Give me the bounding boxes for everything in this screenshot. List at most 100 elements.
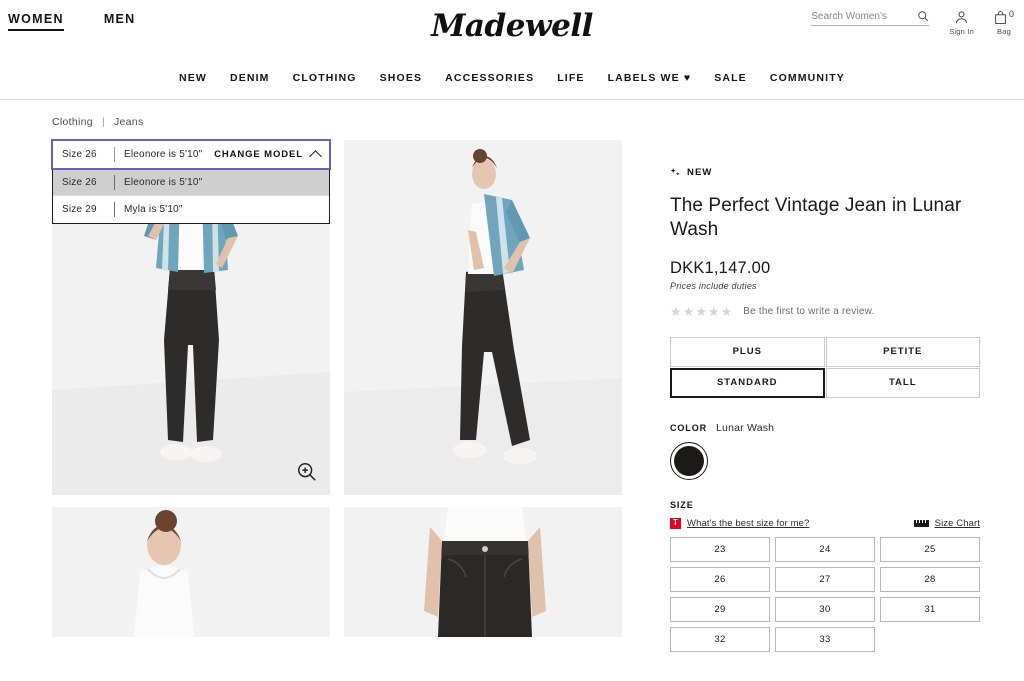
size-option-30[interactable]: 30 xyxy=(775,596,875,622)
sparkle-icon xyxy=(670,167,680,176)
size-option-27[interactable]: 27 xyxy=(775,566,875,592)
top-bar: WOMEN MEN Madewell Sign In 0 Bag xyxy=(0,0,1024,58)
gender-link-men[interactable]: MEN xyxy=(104,12,136,31)
model-option-size: Size 29 xyxy=(62,204,97,215)
model-selector-divider xyxy=(114,147,115,162)
color-row: COLOR Lunar Wash xyxy=(670,422,980,434)
bag-icon xyxy=(995,11,1006,24)
nav-item-shoes[interactable]: SHOES xyxy=(380,72,423,84)
search-box[interactable] xyxy=(811,10,930,26)
star-icon: ★ xyxy=(720,303,733,319)
rating-row[interactable]: ★ ★ ★ ★ ★ Be the first to write a review… xyxy=(670,305,980,318)
ruler-icon xyxy=(913,519,929,527)
fit-option-plus[interactable]: PLUS xyxy=(670,336,825,367)
madewell-logo[interactable]: Madewell xyxy=(431,8,593,44)
star-rating[interactable]: ★ ★ ★ ★ ★ xyxy=(670,305,732,318)
size-option-28[interactable]: 28 xyxy=(880,566,980,592)
size-option-32[interactable]: 32 xyxy=(670,626,770,652)
model-selector-current-size: Size 26 xyxy=(62,149,97,160)
search-input[interactable] xyxy=(811,10,900,22)
color-label: COLOR xyxy=(670,422,707,433)
model-option-name: Eleonore is 5'10" xyxy=(124,176,203,188)
star-icon: ★ xyxy=(707,303,720,319)
bag-count: 0 xyxy=(1008,9,1014,19)
search-icon[interactable] xyxy=(917,10,929,22)
bag-label: Bag xyxy=(997,27,1011,36)
main-nav: NEW DENIM CLOTHING SHOES ACCESSORIES LIF… xyxy=(0,58,1024,99)
best-size-help[interactable]: T What's the best size for me? xyxy=(670,517,809,529)
color-value: Lunar Wash xyxy=(716,421,775,434)
user-icon xyxy=(956,11,968,24)
breadcrumb-item-jeans[interactable]: Jeans xyxy=(114,116,144,128)
size-option-24[interactable]: 24 xyxy=(775,536,875,562)
product-photo-waist[interactable] xyxy=(344,507,622,637)
header-utilities: Sign In 0 Bag xyxy=(811,9,1014,36)
sign-in-button[interactable]: Sign In xyxy=(949,10,974,36)
product-photo-side-image xyxy=(344,140,622,495)
gender-link-women[interactable]: WOMEN xyxy=(8,12,64,31)
gender-nav: WOMEN MEN xyxy=(8,12,136,31)
product-photo-side[interactable] xyxy=(344,140,622,495)
breadcrumb: Clothing | Jeans xyxy=(0,100,1024,128)
size-option-25[interactable]: 25 xyxy=(880,536,980,562)
model-option-divider xyxy=(114,174,115,190)
size-option-23[interactable]: 23 xyxy=(670,536,770,562)
product-photo-back-image xyxy=(52,507,330,637)
model-selector: Size 26 Eleonore is 5'10" CHANGE MODEL S… xyxy=(51,139,331,224)
star-icon: ★ xyxy=(682,303,695,319)
model-option-size: Size 26 xyxy=(62,176,97,188)
nav-item-clothing[interactable]: CLOTHING xyxy=(293,72,357,84)
star-icon: ★ xyxy=(695,303,707,319)
write-review-link[interactable]: Be the first to write a review. xyxy=(743,306,874,317)
fit-option-tall[interactable]: TALL xyxy=(825,367,980,398)
sign-in-label: Sign In xyxy=(949,27,974,36)
size-chart-group[interactable]: Size Chart xyxy=(913,518,980,529)
model-option-name: Myla is 5'10" xyxy=(124,204,183,215)
size-chart-link[interactable]: Size Chart xyxy=(935,518,980,529)
fit-option-petite[interactable]: PETITE xyxy=(825,336,980,367)
model-selector-options: Size 26 Eleonore is 5'10" Size 29 Myla i… xyxy=(52,169,330,224)
product-photo-back[interactable] xyxy=(52,507,330,637)
product-info-panel: NEW The Perfect Vintage Jean in Lunar Wa… xyxy=(670,140,980,652)
new-badge-label: NEW xyxy=(687,167,713,178)
chevron-up-icon[interactable] xyxy=(309,149,322,163)
product-photo-waist-image xyxy=(344,507,622,637)
size-option-33[interactable]: 33 xyxy=(775,626,875,652)
color-swatch-lunar-wash[interactable] xyxy=(670,441,708,480)
size-option-31[interactable]: 31 xyxy=(880,596,980,622)
color-swatch-fill xyxy=(674,445,704,476)
fit-selector: PLUS PETITE STANDARD TALL xyxy=(670,336,980,398)
nav-item-community[interactable]: COMMUNITY xyxy=(770,72,845,84)
bag-button[interactable]: 0 Bag xyxy=(994,9,1014,36)
star-icon: ★ xyxy=(670,303,682,319)
breadcrumb-separator: | xyxy=(101,116,105,128)
nav-item-sale[interactable]: SALE xyxy=(714,72,747,84)
fit-option-standard[interactable]: STANDARD xyxy=(670,367,825,398)
page-body: Size 26 Eleonore is 5'10" CHANGE MODEL S… xyxy=(0,139,1024,652)
size-option-26[interactable]: 26 xyxy=(670,566,770,592)
model-option-eleonore[interactable]: Size 26 Eleonore is 5'10" xyxy=(53,169,329,196)
model-option-myla[interactable]: Size 29 Myla is 5'10" xyxy=(53,196,329,223)
nav-item-labels-we-love[interactable]: LABELS WE ♥ xyxy=(608,72,692,84)
nav-item-accessories[interactable]: ACCESSORIES xyxy=(445,72,534,84)
change-model-label[interactable]: CHANGE MODEL xyxy=(214,149,303,160)
model-option-divider xyxy=(114,202,115,217)
best-size-link[interactable]: What's the best size for me? xyxy=(687,518,809,529)
nav-item-denim[interactable]: DENIM xyxy=(230,72,270,84)
model-selector-current-model: Eleonore is 5'10" xyxy=(124,149,203,160)
nav-item-life[interactable]: LIFE xyxy=(557,72,584,84)
size-help-row: T What's the best size for me? Size Char… xyxy=(670,517,980,529)
size-label: SIZE xyxy=(670,499,694,510)
zoom-in-icon[interactable] xyxy=(296,461,318,483)
truefit-icon: T xyxy=(670,517,681,529)
new-badge: NEW xyxy=(670,167,980,178)
size-selector: 23 24 25 26 27 28 29 30 31 32 33 xyxy=(670,536,980,652)
duties-note: Prices include duties xyxy=(670,280,757,291)
size-option-29[interactable]: 29 xyxy=(670,596,770,622)
breadcrumb-item-clothing[interactable]: Clothing xyxy=(52,116,93,128)
model-selector-header[interactable]: Size 26 Eleonore is 5'10" CHANGE MODEL xyxy=(51,139,331,170)
product-price: DKK1,147.00 xyxy=(670,258,771,277)
nav-item-new[interactable]: NEW xyxy=(179,72,207,84)
product-gallery: Size 26 Eleonore is 5'10" CHANGE MODEL S… xyxy=(51,139,660,652)
page-title: The Perfect Vintage Jean in Lunar Wash xyxy=(670,195,962,241)
